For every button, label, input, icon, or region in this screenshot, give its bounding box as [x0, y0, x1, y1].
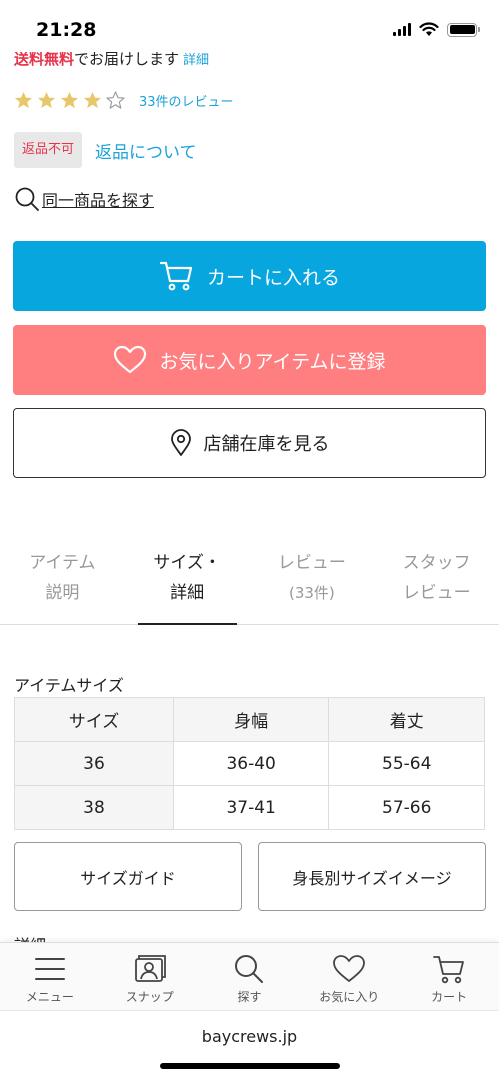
tab-label: (33件): [288, 584, 335, 602]
add-to-cart-button[interactable]: カートに入れる: [13, 241, 486, 311]
free-shipping-label: 送料無料: [14, 50, 75, 68]
shipping-detail-link[interactable]: 詳細: [183, 53, 209, 68]
heart-icon: [333, 955, 366, 982]
store-stock-label: 店舗在庫を見る: [203, 434, 330, 455]
product-tabs: アイテム 説明 サイズ・ 詳細 レビュー (33件) スタッフ レビュー: [0, 540, 499, 625]
bottom-nav: メニュー スナップ 探す お気に入り カート: [0, 942, 499, 1010]
star-filled-icon: [83, 91, 102, 109]
nav-label: スナップ: [125, 990, 174, 1004]
tab-size-detail[interactable]: サイズ・ 詳細: [125, 540, 250, 625]
find-same-item-label: 同一商品を探す: [42, 191, 155, 210]
return-row: 返品不可 返品について: [14, 132, 197, 168]
star-rating: [14, 91, 125, 110]
table-header-row: サイズ 身幅 着丈: [14, 697, 485, 742]
status-icons: [393, 22, 480, 37]
nav-label: お気に入り: [319, 990, 380, 1004]
nav-menu[interactable]: メニュー: [0, 943, 100, 1010]
wifi-icon: [419, 22, 439, 36]
tab-label: 詳細: [170, 583, 205, 603]
star-filled-icon: [37, 91, 56, 109]
table-cell: 36: [14, 741, 174, 786]
tab-reviews[interactable]: レビュー (33件): [250, 540, 375, 624]
size-guide-button[interactable]: サイズガイド: [14, 842, 242, 911]
add-to-cart-label: カートに入れる: [206, 266, 340, 289]
tab-staff-reviews[interactable]: スタッフ レビュー: [374, 540, 499, 624]
table-cell: 55-64: [328, 741, 485, 786]
add-to-favorites-label: お気に入りアイテムに登録: [159, 350, 386, 373]
find-same-item-link[interactable]: 同一商品を探す: [14, 186, 154, 212]
tab-item-description[interactable]: アイテム 説明: [0, 540, 125, 624]
tab-label: 説明: [45, 583, 80, 603]
nav-cart[interactable]: カート: [399, 943, 499, 1010]
nav-label: メニュー: [25, 990, 74, 1004]
review-count-link[interactable]: 33件のレビュー: [139, 91, 234, 110]
star-empty-icon: [106, 91, 125, 109]
tab-label: レビュー: [402, 583, 471, 603]
battery-icon: [447, 22, 480, 37]
table-row: 38 37-41 57-66: [14, 785, 485, 830]
heart-icon: [113, 345, 147, 375]
add-to-favorites-button[interactable]: お気に入りアイテムに登録: [13, 325, 486, 395]
tab-label: サイズ・: [153, 553, 221, 573]
star-filled-icon: [60, 91, 79, 109]
table-cell: 37-41: [172, 785, 330, 830]
size-table: サイズ 身幅 着丈 36 36-40 55-64 38 37-41 57-66: [14, 697, 485, 830]
item-size-title: アイテムサイズ: [14, 676, 124, 695]
browser-url-bar[interactable]: baycrews.jp: [0, 1010, 499, 1080]
tab-label: スタッフ: [402, 553, 471, 573]
table-cell: 38: [14, 785, 174, 830]
table-header: サイズ: [14, 697, 174, 742]
nav-search[interactable]: 探す: [200, 943, 300, 1010]
shipping-text: でお届けします: [74, 50, 180, 68]
return-badge: 返品不可: [14, 132, 83, 168]
star-filled-icon: [14, 91, 33, 109]
cellular-signal-icon: [393, 23, 411, 36]
table-cell: 57-66: [328, 785, 485, 830]
table-header: 身幅: [172, 697, 330, 742]
nav-snap[interactable]: スナップ: [100, 943, 200, 1010]
store-stock-button[interactable]: 店舗在庫を見る: [13, 408, 486, 478]
height-size-image-button[interactable]: 身長別サイズイメージ: [258, 842, 486, 911]
map-pin-icon: [170, 429, 192, 457]
search-icon: [15, 187, 39, 211]
tab-label: アイテム: [29, 553, 96, 573]
url-text: baycrews.jp: [201, 1027, 298, 1046]
nav-favorites[interactable]: お気に入り: [299, 943, 399, 1010]
snap-icon: [134, 955, 166, 982]
status-bar: 21:28: [0, 0, 499, 52]
table-row: 36 36-40 55-64: [14, 741, 485, 786]
home-indicator[interactable]: [160, 1063, 340, 1069]
rating-row: 33件のレビュー: [14, 91, 234, 110]
nav-label: 探す: [237, 990, 262, 1004]
table-cell: 36-40: [172, 741, 330, 786]
cart-icon: [433, 956, 464, 984]
menu-icon: [34, 958, 65, 980]
cart-icon: [159, 260, 195, 292]
search-icon: [235, 955, 264, 983]
nav-label: カート: [431, 990, 468, 1004]
table-header: 着丈: [328, 697, 485, 742]
status-time: 21:28: [36, 19, 97, 41]
tab-label: レビュー: [277, 553, 346, 573]
return-policy-link[interactable]: 返品について: [95, 138, 197, 163]
